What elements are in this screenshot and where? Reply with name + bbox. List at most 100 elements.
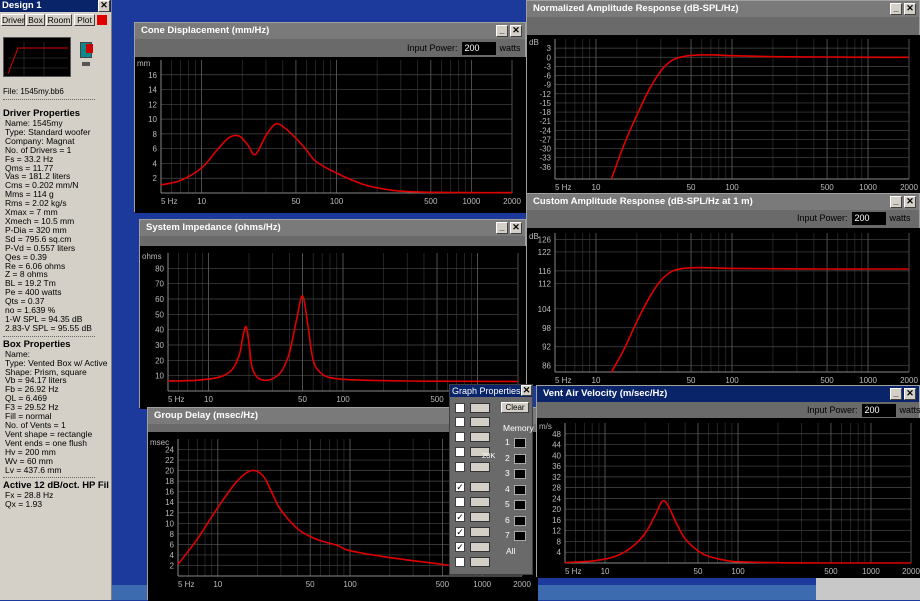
graph-visibility-checkbox[interactable]: ✓ bbox=[455, 527, 465, 537]
input-power-label: Input Power: bbox=[407, 42, 458, 53]
graph-visibility-checkbox[interactable]: ✓ bbox=[455, 542, 465, 552]
minimize-icon[interactable]: _ bbox=[496, 25, 508, 37]
graph-visibility-checkbox[interactable] bbox=[455, 497, 465, 507]
graph-visibility-checkbox[interactable] bbox=[455, 447, 465, 457]
tab-room[interactable]: Room bbox=[46, 14, 72, 26]
y-tick-label: 16 bbox=[165, 488, 174, 497]
y-tick-label: 104 bbox=[538, 305, 552, 314]
graph-style-icon[interactable] bbox=[470, 482, 490, 492]
minimize-icon[interactable]: _ bbox=[890, 388, 902, 400]
y-tick-label: 22 bbox=[165, 456, 174, 465]
box-thumbnail bbox=[3, 37, 71, 77]
y-tick-label: -36 bbox=[539, 163, 551, 172]
y-tick-label: 18 bbox=[165, 477, 174, 486]
normalized-amplitude-window[interactable]: Normalized Amplitude Response (dB-SPL/Hz… bbox=[526, 0, 920, 194]
y-tick-label: -12 bbox=[539, 90, 551, 99]
y-tick-label: 70 bbox=[155, 280, 164, 289]
tab-driver[interactable]: Driver bbox=[1, 14, 25, 26]
x-tick-label: 50 bbox=[291, 197, 300, 206]
memory-slot-label: 3 bbox=[505, 468, 510, 478]
graph-visibility-checkbox[interactable] bbox=[455, 417, 465, 427]
memory-slot-button[interactable] bbox=[514, 438, 526, 448]
x-tick-label: 500 bbox=[430, 395, 444, 404]
system-impedance-window[interactable]: System Impedance (ohms/Hz) _ ✕ 10 20 30 40 5… bbox=[139, 219, 527, 409]
memory-slot-button[interactable] bbox=[514, 469, 526, 479]
graph-visibility-checkbox[interactable] bbox=[455, 403, 465, 413]
y-axis-unit: mm bbox=[137, 59, 151, 68]
y-tick-label: 50 bbox=[155, 310, 164, 319]
y-tick-label: 16 bbox=[148, 71, 157, 80]
y-tick-label: 48 bbox=[552, 430, 561, 439]
clear-button[interactable]: Clear bbox=[501, 402, 529, 413]
graph-style-icon[interactable] bbox=[470, 432, 490, 442]
y-tick-label: 14 bbox=[148, 86, 157, 95]
minimize-icon[interactable]: _ bbox=[890, 196, 902, 208]
graph-properties-panel[interactable]: Graph Properties ✕ ✓ ✓ ✓ ✓ Clear Memory 1 2 3… bbox=[449, 384, 534, 575]
memory-slot-button[interactable] bbox=[514, 531, 526, 541]
memory-slot-button[interactable] bbox=[514, 515, 526, 526]
x-tick-label: 5 Hz bbox=[565, 567, 581, 576]
memory-slot-button[interactable] bbox=[514, 484, 526, 495]
graph-visibility-checkbox[interactable] bbox=[455, 432, 465, 442]
graph-style-icon[interactable] bbox=[470, 462, 490, 472]
close-icon[interactable]: ✕ bbox=[904, 196, 916, 208]
y-tick-label: 4 bbox=[153, 159, 158, 168]
custom-amplitude-window[interactable]: Custom Amplitude Response (dB-SPL/Hz at … bbox=[526, 193, 920, 386]
x-tick-label: 5 Hz bbox=[555, 183, 571, 192]
graph-style-icon[interactable] bbox=[470, 403, 490, 413]
graph-visibility-checkbox[interactable] bbox=[455, 557, 465, 567]
input-power-label: Input Power: bbox=[807, 404, 858, 415]
graph-style-icon[interactable] bbox=[470, 542, 490, 552]
graph-style-icon[interactable] bbox=[470, 417, 490, 427]
graph-style-icon[interactable] bbox=[470, 497, 490, 507]
input-power-field[interactable]: 200 bbox=[861, 404, 896, 417]
x-tick-label: 100 bbox=[731, 567, 745, 576]
tab-plot[interactable]: Plot bbox=[74, 14, 95, 26]
graph-visibility-checkbox[interactable]: ✓ bbox=[455, 482, 465, 492]
cone-displacement-window[interactable]: Cone Displacement (mm/Hz) _ ✕ Input Powe… bbox=[134, 22, 527, 213]
memory-slot-label: 5 bbox=[505, 499, 510, 509]
memory-slot-button[interactable] bbox=[514, 453, 526, 464]
input-power-field[interactable]: 200 bbox=[851, 212, 886, 225]
y-tick-label: 12 bbox=[165, 509, 174, 518]
input-power-field[interactable]: 200 bbox=[461, 42, 496, 55]
input-power-unit: watts bbox=[899, 404, 920, 415]
close-icon[interactable]: ✕ bbox=[510, 222, 522, 234]
vent-air-velocity-window[interactable]: Vent Air Velocity (m/sec/Hz) _ ✕ Input P… bbox=[536, 385, 920, 578]
memory-label: Memory bbox=[503, 423, 534, 433]
y-axis-unit: msec bbox=[150, 438, 169, 447]
x-tick-label: 10 bbox=[213, 580, 222, 589]
close-icon[interactable]: ✕ bbox=[904, 3, 916, 15]
x-tick-label: 50 bbox=[687, 376, 696, 385]
y-tick-label: 116 bbox=[538, 267, 551, 276]
graph-properties-title: Graph Properties bbox=[450, 385, 532, 397]
close-icon[interactable]: ✕ bbox=[904, 388, 916, 400]
graph-style-icon[interactable] bbox=[470, 557, 490, 567]
memory-slot-button[interactable] bbox=[514, 500, 526, 510]
graph-style-icon[interactable] bbox=[470, 527, 490, 537]
minimize-icon[interactable]: _ bbox=[496, 222, 508, 234]
graph-visibility-checkbox[interactable] bbox=[455, 462, 465, 472]
x-tick-label: 500 bbox=[820, 183, 834, 192]
x-tick-label: 1000 bbox=[862, 567, 880, 576]
close-icon[interactable]: ✕ bbox=[510, 25, 522, 37]
y-tick-label: 80 bbox=[155, 264, 164, 273]
x-tick-label: 500 bbox=[824, 567, 838, 576]
close-icon[interactable]: ✕ bbox=[98, 0, 110, 12]
close-icon[interactable]: ✕ bbox=[521, 385, 532, 396]
properties-list: Driver Properties Name: 1545my Type: Stand… bbox=[3, 106, 109, 509]
y-tick-label: 8 bbox=[170, 530, 175, 539]
plot-color-swatch[interactable] bbox=[97, 15, 107, 25]
y-tick-label: 20 bbox=[155, 356, 164, 365]
input-power-unit: watts bbox=[889, 212, 911, 223]
graph-visibility-checkbox[interactable]: ✓ bbox=[455, 512, 465, 522]
x-tick-label: 50 bbox=[694, 567, 703, 576]
graph-style-icon[interactable] bbox=[470, 512, 490, 522]
20k-label: 20K bbox=[482, 451, 496, 460]
y-tick-label: 24 bbox=[552, 494, 561, 503]
memory-slot-label: 4 bbox=[505, 483, 510, 494]
y-tick-label: -21 bbox=[539, 117, 551, 126]
y-tick-label: -30 bbox=[539, 145, 551, 154]
minimize-icon[interactable]: _ bbox=[890, 3, 902, 15]
tab-box[interactable]: Box bbox=[26, 14, 45, 26]
